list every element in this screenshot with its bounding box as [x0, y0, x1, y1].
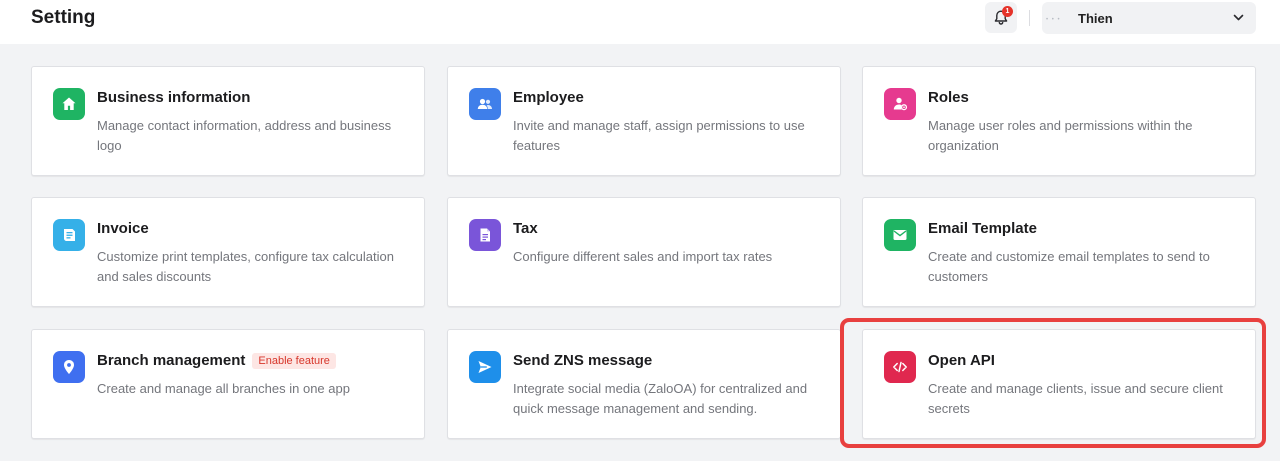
- user-name: Thien: [1078, 11, 1113, 26]
- card-title: Invoice: [97, 220, 149, 237]
- top-bar: Setting 1 • • • Thien: [0, 0, 1280, 44]
- notification-badge: 1: [1002, 6, 1013, 17]
- card-title: Business information: [97, 89, 251, 106]
- chevron-down-icon: [1233, 14, 1244, 21]
- enable-feature-badge[interactable]: Enable feature: [252, 352, 336, 369]
- settings-card-invoice[interactable]: Invoice Customize print templates, confi…: [31, 197, 425, 307]
- user-account-dropdown[interactable]: • • • Thien: [1042, 2, 1256, 34]
- card-description: Customize print templates, configure tax…: [97, 249, 394, 284]
- invoice-icon: [53, 219, 85, 251]
- card-description: Manage contact information, address and …: [97, 118, 392, 153]
- card-title: Send ZNS message: [513, 352, 653, 369]
- notification-button[interactable]: 1: [985, 2, 1017, 33]
- settings-card-tax[interactable]: Tax Configure different sales and import…: [447, 197, 841, 307]
- user-role-icon: [884, 88, 916, 120]
- card-description: Create and manage all branches in one ap…: [97, 381, 350, 396]
- settings-card-send-zns-message[interactable]: Send ZNS message Integrate social media …: [447, 329, 841, 439]
- settings-card-employee[interactable]: Employee Invite and manage staff, assign…: [447, 66, 841, 176]
- settings-card-branch-management[interactable]: Branch management Enable feature Create …: [31, 329, 425, 439]
- card-description: Configure different sales and import tax…: [513, 249, 773, 264]
- users-icon: [469, 88, 501, 120]
- card-title: Open API: [928, 352, 995, 369]
- card-description: Invite and manage staff, assign permissi…: [513, 118, 805, 153]
- card-title: Roles: [928, 89, 969, 106]
- card-description: Create and customize email templates to …: [928, 249, 1210, 284]
- settings-card-email-template[interactable]: Email Template Create and customize emai…: [862, 197, 1256, 307]
- code-icon: [884, 351, 916, 383]
- card-title: Tax: [513, 220, 538, 237]
- card-title: Branch management: [97, 352, 246, 369]
- header-divider: [1029, 10, 1030, 26]
- tax-document-icon: [469, 219, 501, 251]
- settings-card-roles[interactable]: Roles Manage user roles and permissions …: [862, 66, 1256, 176]
- email-icon: [884, 219, 916, 251]
- card-description: Manage user roles and permissions within…: [928, 118, 1193, 153]
- settings-card-business-information[interactable]: Business information Manage contact info…: [31, 66, 425, 176]
- card-description: Integrate social media (ZaloOA) for cent…: [513, 381, 808, 416]
- card-title: Email Template: [928, 220, 1037, 237]
- avatar-placeholder: • • •: [1046, 17, 1061, 23]
- card-description: Create and manage clients, issue and sec…: [928, 381, 1223, 416]
- page-title: Setting: [31, 7, 96, 28]
- settings-card-open-api[interactable]: Open API Create and manage clients, issu…: [862, 329, 1256, 439]
- send-icon: [469, 351, 501, 383]
- location-pin-icon: [53, 351, 85, 383]
- home-icon: [53, 88, 85, 120]
- card-title: Employee: [513, 89, 584, 106]
